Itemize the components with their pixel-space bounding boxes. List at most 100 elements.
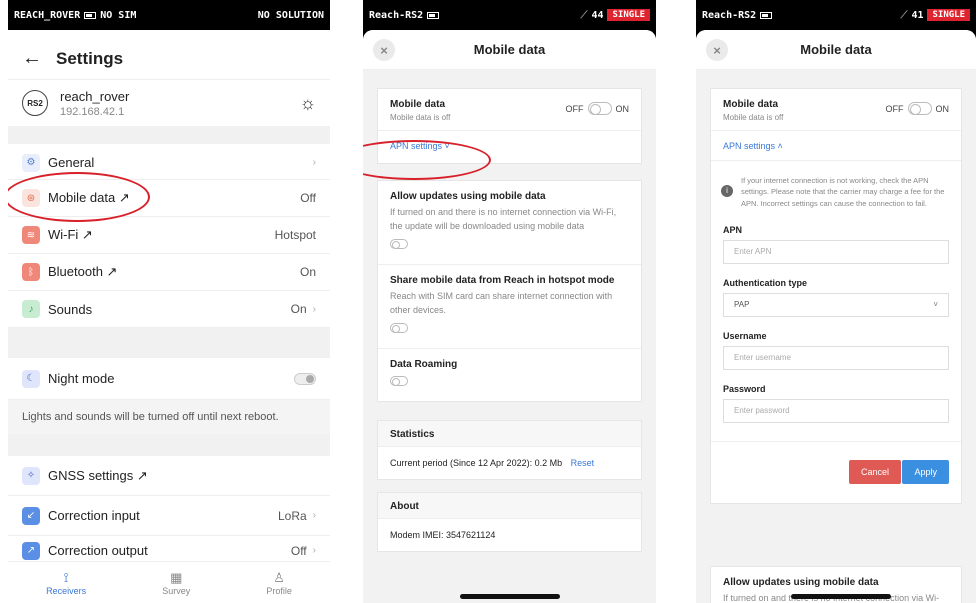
- close-icon[interactable]: ×: [706, 39, 728, 61]
- device-name: Reach-RS2: [369, 9, 424, 21]
- status-bar: Reach-RS2 ⟋ 41 SINGLE: [696, 0, 976, 30]
- roaming-toggle[interactable]: [390, 376, 408, 386]
- allow-updates-row: Allow updates using mobile data If turne…: [378, 181, 641, 265]
- settings-item-wifi[interactable]: ≋ Wi-Fi ↗ Hotspot: [8, 217, 330, 254]
- settings-item-correction-input[interactable]: ↙ Correction input LoRa ›: [8, 496, 330, 536]
- info-icon: i: [721, 185, 733, 197]
- apn-input[interactable]: Enter APN: [723, 239, 949, 264]
- statistics-row: Current period (Since 12 Apr 2022): 0.2 …: [378, 447, 641, 479]
- divider: [8, 126, 330, 144]
- back-arrow-icon[interactable]: ←: [22, 47, 56, 70]
- toggle-switch[interactable]: [587, 102, 612, 115]
- solution-status: NO SOLUTION: [257, 9, 324, 21]
- annotation-circle: [8, 172, 150, 222]
- apn-settings-screen: Reach-RS2 ⟋ 41 SINGLE × Mobile data Mobi…: [696, 0, 976, 603]
- rs2-device-icon: RS2: [22, 90, 48, 116]
- bottom-nav: ⟟ Receivers ▦ Survey ♙ Profile: [8, 561, 330, 603]
- correction-input-value: LoRa: [277, 508, 307, 523]
- share-data-label: Share mobile data from Reach in hotspot …: [390, 275, 615, 286]
- sheet-header: × Mobile data: [696, 30, 976, 70]
- settings-item-bluetooth[interactable]: ᛒ Bluetooth ↗ On: [8, 254, 330, 291]
- cancel-button[interactable]: Cancel: [848, 459, 901, 484]
- mobile-data-row: Mobile data Mobile data is off OFF ON: [378, 89, 641, 131]
- apn-settings-row[interactable]: APN settings ˄: [711, 131, 961, 161]
- apn-label: APN: [723, 224, 743, 235]
- auth-type-select[interactable]: PAP ˅: [723, 292, 949, 317]
- nav-label: Receivers: [46, 585, 87, 596]
- toggle-switch[interactable]: [907, 102, 932, 115]
- wifi-icon: ≋: [22, 226, 40, 244]
- mobile-data-toggle[interactable]: OFF ON: [565, 102, 629, 115]
- mobile-data-toggle[interactable]: OFF ON: [886, 102, 950, 115]
- share-data-sub: Reach with SIM card can share internet c…: [390, 291, 613, 315]
- status-bar: Reach-RS2 ⟋ 44 SINGLE: [363, 0, 656, 30]
- nav-profile[interactable]: ♙ Profile: [266, 570, 292, 596]
- roaming-row: Data Roaming: [378, 349, 641, 401]
- divider: [8, 328, 330, 358]
- settings-item-label: General: [48, 155, 95, 170]
- mobile-data-value: Off: [300, 191, 316, 205]
- allow-updates-label: Allow updates using mobile data: [390, 191, 546, 202]
- nav-receivers[interactable]: ⟟ Receivers: [46, 570, 86, 596]
- on-label: ON: [935, 103, 950, 114]
- apn-info: i If your internet connection is not wor…: [711, 161, 961, 215]
- statistics-text: Current period (Since 12 Apr 2022): 0.2 …: [390, 458, 563, 468]
- settings-item-label: Correction input: [48, 508, 140, 523]
- close-icon[interactable]: ×: [373, 39, 395, 61]
- home-indicator: [791, 594, 891, 599]
- reset-link[interactable]: Reset: [571, 458, 595, 468]
- nav-label: Profile: [266, 585, 292, 596]
- settings-item-sounds[interactable]: ♪ Sounds On ›: [8, 291, 330, 328]
- speaker-icon: ♪: [22, 300, 40, 318]
- statistics-title: Statistics: [390, 429, 435, 440]
- apn-settings-link[interactable]: APN settings ˄: [723, 141, 783, 151]
- password-input[interactable]: Enter password: [723, 398, 949, 423]
- nav-survey[interactable]: ▦ Survey: [162, 570, 190, 596]
- sheet-header: × Mobile data: [363, 30, 656, 70]
- settings-header: ← Settings: [8, 38, 330, 80]
- chevron-right-icon: ›: [312, 157, 316, 168]
- satellite-icon: ⟋: [900, 9, 908, 21]
- mobile-data-row: Mobile data Mobile data is off OFF ON: [711, 89, 961, 131]
- settings-item-night-mode[interactable]: ☾ Night mode: [8, 358, 330, 400]
- about-title-row: About: [378, 493, 641, 519]
- page-title: Settings: [56, 48, 124, 68]
- off-label: OFF: [565, 103, 584, 114]
- battery-icon: [760, 11, 773, 19]
- night-mode-toggle[interactable]: [294, 372, 316, 385]
- statistics-title-row: Statistics: [378, 421, 641, 447]
- solution-badge: SINGLE: [927, 9, 970, 21]
- username-input[interactable]: Enter username: [723, 345, 949, 370]
- imei-text: Modem IMEI: 3547621124: [390, 530, 496, 540]
- share-data-row: Share mobile data from Reach in hotspot …: [378, 265, 641, 349]
- satellite-count: 41: [911, 9, 924, 21]
- gear-icon: ⚙: [22, 153, 40, 172]
- arrow-out-icon: ↗: [22, 541, 40, 560]
- password-label: Password: [723, 383, 766, 394]
- chevron-right-icon: ›: [312, 545, 316, 556]
- map-icon: ▦: [170, 569, 183, 585]
- about-card: About Modem IMEI: 3547621124: [377, 492, 642, 552]
- divider: [8, 434, 330, 456]
- settings-item-label: Correction output: [48, 543, 148, 558]
- about-row: Modem IMEI: 3547621124: [378, 519, 641, 551]
- settings-item-label: Sounds: [48, 301, 93, 317]
- about-title: About: [390, 501, 419, 512]
- battery-icon: [427, 11, 440, 19]
- apn-info-text: If your internet connection is not worki…: [741, 176, 945, 208]
- allow-updates-sub: If turned on and there is no internet co…: [390, 207, 617, 231]
- share-data-toggle[interactable]: [390, 323, 408, 333]
- bluetooth-value: On: [299, 265, 316, 279]
- settings-item-label: Night mode: [48, 371, 115, 386]
- device-name: Reach-RS2: [702, 9, 757, 21]
- chevron-right-icon: ›: [312, 303, 316, 315]
- allow-updates-toggle[interactable]: [390, 239, 408, 249]
- apply-button[interactable]: Apply: [902, 459, 949, 484]
- form-actions: Cancel Apply: [711, 440, 961, 503]
- device-row[interactable]: RS2 reach_rover 192.168.42.1 ☼: [8, 80, 330, 126]
- allow-updates-label: Allow updates using mobile data: [723, 577, 879, 588]
- settings-item-gnss[interactable]: ✧ GNSS settings ↗: [8, 456, 330, 496]
- settings-screen: REACH_ROVER NO SIM NO SOLUTION ← Setting…: [8, 0, 330, 603]
- sun-icon[interactable]: ☼: [300, 93, 317, 114]
- page-title: Mobile data: [473, 42, 546, 57]
